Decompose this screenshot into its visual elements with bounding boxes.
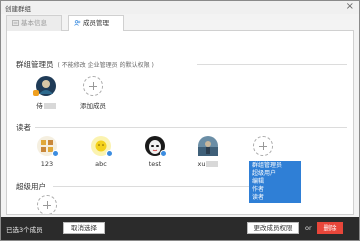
add-superuser-button[interactable] — [27, 195, 67, 214]
menu-item-superuser[interactable]: 超级用户 — [252, 170, 298, 178]
member-name: abc — [95, 160, 107, 168]
avatar — [37, 136, 59, 157]
checked-icon — [52, 150, 59, 157]
member-name: xu — [197, 160, 206, 168]
menu-item-reader[interactable]: 读者 — [252, 194, 298, 202]
checked-icon — [160, 150, 167, 157]
redacted-mark — [43, 103, 56, 109]
menu-item-editor[interactable]: 编辑 — [252, 178, 298, 186]
admins-section-title: 群组管理员( 不能修改 企业管理员 的默认权限 ) — [16, 60, 154, 69]
tab-strip: 基本信息 成员管理 — [6, 15, 354, 32]
bottom-action-bar: 已选3个成员 取消选择 更改成员权限 or 删除 — [1, 217, 359, 240]
title-bar: 创建群组 × — [1, 1, 359, 14]
change-permission-button[interactable]: 更改成员权限 — [247, 222, 299, 234]
or-label: or — [305, 224, 312, 232]
add-reader-button[interactable] — [243, 136, 283, 156]
avatar — [145, 136, 167, 157]
member-name: 侍 — [36, 102, 43, 110]
avatar — [198, 136, 218, 156]
plus-icon — [253, 136, 273, 156]
cancel-selection-button[interactable]: 取消选择 — [63, 222, 105, 234]
document-icon — [12, 20, 19, 26]
admins-section-note: ( 不能修改 企业管理员 的默认权限 ) — [57, 62, 154, 69]
section-divider — [35, 127, 347, 128]
member-name: test — [148, 160, 162, 168]
section-divider — [197, 64, 347, 65]
avatar — [91, 136, 113, 157]
superusers-section-title: 超级用户 — [16, 182, 46, 191]
plus-icon — [37, 195, 57, 214]
member-panel: 群组管理员( 不能修改 企业管理员 的默认权限 ) 侍 添加成员 读者 123 — [6, 31, 354, 215]
window-title: 创建群组 — [5, 5, 31, 13]
readers-section-title: 读者 — [16, 123, 31, 132]
create-group-dialog: 创建群组 × 基本信息 成员管理 群组管理员( 不能修改 企业管理员 的默认权限… — [0, 0, 360, 241]
member-admin-1[interactable]: 侍 — [26, 76, 66, 110]
tab-member-management-label: 成员管理 — [83, 19, 109, 27]
role-menu: 群组管理员 超级用户 编辑 作者 读者 — [249, 161, 301, 203]
avatar — [33, 76, 56, 96]
member-reader-xu[interactable]: xu — [188, 136, 228, 168]
member-name: 123 — [40, 160, 54, 168]
plus-icon — [83, 76, 103, 96]
add-member-button[interactable]: 添加成员 — [73, 76, 113, 110]
member-reader-test[interactable]: test — [135, 136, 175, 168]
tab-basic-info[interactable]: 基本信息 — [6, 15, 62, 31]
redacted-mark — [206, 161, 219, 167]
selected-count: 已选3个成员 — [6, 226, 43, 234]
admin-badge-icon — [33, 90, 39, 96]
close-icon[interactable]: × — [346, 1, 354, 13]
checked-icon — [106, 150, 113, 157]
tab-basic-info-label: 基本信息 — [21, 19, 47, 27]
tab-member-management[interactable]: 成员管理 — [68, 15, 124, 32]
add-member-label: 添加成员 — [80, 102, 106, 110]
delete-button[interactable]: 删除 — [317, 222, 343, 234]
menu-item-author[interactable]: 作者 — [252, 186, 298, 194]
member-reader-123[interactable]: 123 — [27, 136, 67, 168]
people-icon — [74, 20, 81, 26]
member-reader-abc[interactable]: abc — [81, 136, 121, 168]
menu-item-group-admin[interactable]: 群组管理员 — [252, 162, 298, 170]
section-divider — [53, 186, 249, 187]
